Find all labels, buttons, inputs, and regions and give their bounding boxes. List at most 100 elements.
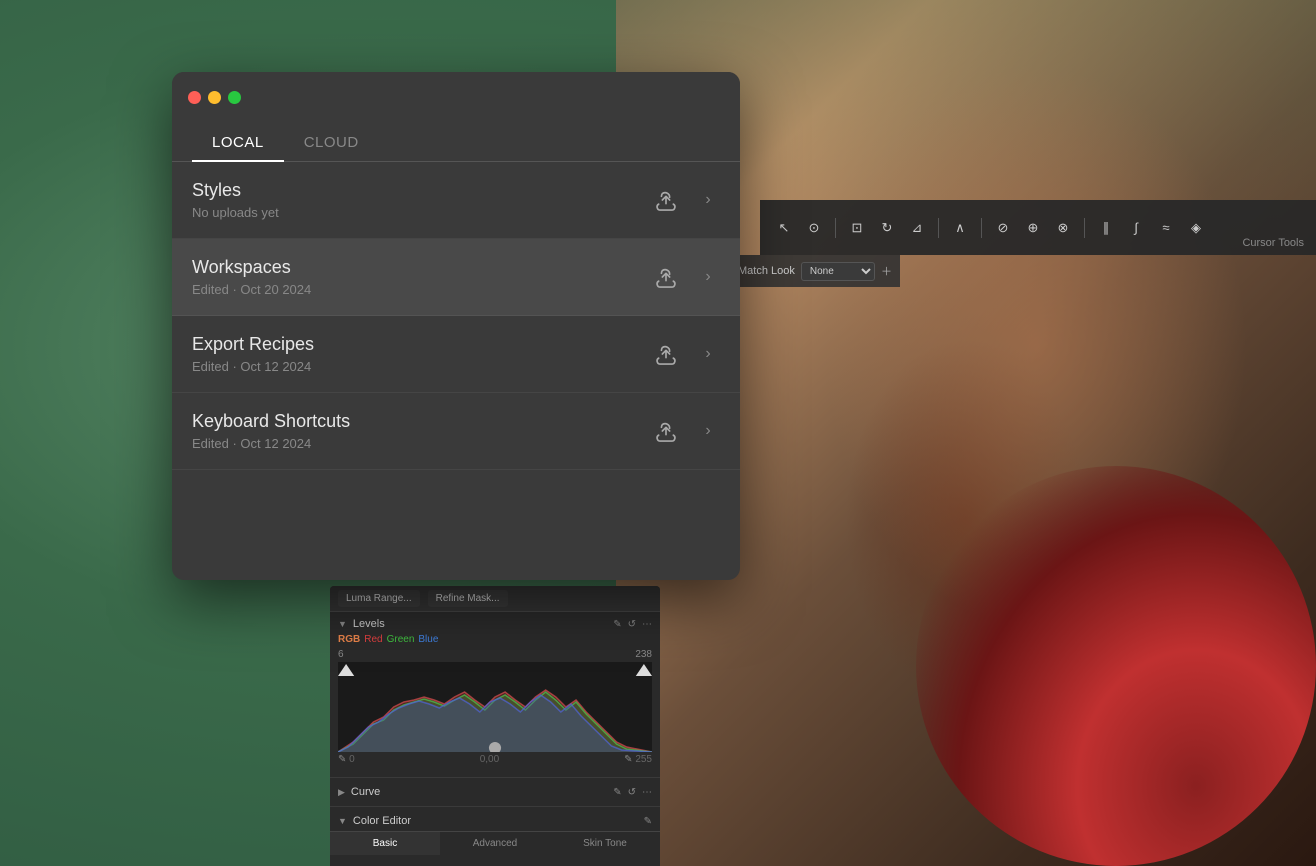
list-item-workspaces[interactable]: Workspaces Edited · Oct 20 2024 › — [172, 239, 740, 316]
bottom-panel: Luma Range... Refine Mask... ▼ Levels ✎ … — [330, 586, 660, 866]
levels-tab-red[interactable]: Red — [364, 634, 382, 645]
title-bar — [172, 72, 740, 122]
tabs-bar: LOCAL CLOUD — [172, 122, 740, 162]
gradient-tool-icon[interactable]: ∥ — [1094, 216, 1118, 240]
brush-tool-icon[interactable]: ∧ — [948, 216, 972, 240]
eye-tool-icon[interactable]: ◈ — [1184, 216, 1208, 240]
list-item-styles[interactable]: Styles No uploads yet › — [172, 162, 740, 239]
match-look-label: Match Look — [738, 265, 795, 277]
color-editor-collapse-icon[interactable]: ▼ — [338, 816, 347, 826]
list-item-keyboard-shortcuts[interactable]: Keyboard Shortcuts Edited · Oct 12 2024 … — [172, 393, 740, 470]
levels-more-icon[interactable]: ⋯ — [642, 619, 652, 630]
cursor-tool-icon[interactable]: ↖ — [772, 216, 796, 240]
midtone-value: 0,00 — [480, 754, 499, 765]
toolbar-sep-4 — [1084, 218, 1085, 238]
list-item-export-recipes[interactable]: Export Recipes Edited · Oct 12 2024 › — [172, 316, 740, 393]
levels-tab-rgb[interactable]: RGB — [338, 634, 360, 645]
export-recipes-subtitle: Edited · Oct 12 2024 — [192, 359, 650, 374]
luma-range-button[interactable]: Luma Range... — [338, 590, 420, 607]
color-editor-edit-icon[interactable]: ✎ — [644, 816, 652, 827]
match-look-select[interactable]: None — [801, 262, 875, 281]
levels-collapse-icon[interactable]: ▼ — [338, 619, 347, 629]
workspaces-title: Workspaces — [192, 257, 650, 278]
straighten-tool-icon[interactable]: ⊿ — [905, 216, 929, 240]
export-recipes-upload-icon[interactable] — [650, 338, 682, 370]
levels-header: ▼ Levels ✎ ↺ ⋯ — [338, 618, 652, 630]
divider-2 — [330, 806, 660, 807]
traffic-lights — [188, 91, 241, 104]
styles-actions: › — [650, 184, 720, 216]
histogram-left-handle — [338, 664, 354, 676]
color-editor-tabs: Basic Advanced Skin Tone — [330, 831, 660, 855]
workspaces-upload-icon[interactable] — [650, 261, 682, 293]
maximize-button[interactable] — [228, 91, 241, 104]
eraser-tool-icon[interactable]: ⊗ — [1051, 216, 1075, 240]
toolbar-sep-3 — [981, 218, 982, 238]
keyboard-shortcuts-title: Keyboard Shortcuts — [192, 411, 650, 432]
tab-local[interactable]: LOCAL — [192, 122, 284, 161]
levels-numbers: 6 238 — [338, 649, 652, 660]
levels-min-value: 6 — [338, 649, 344, 660]
keyboard-shortcuts-subtitle: Edited · Oct 12 2024 — [192, 436, 650, 451]
tab-skin-tone[interactable]: Skin Tone — [550, 832, 660, 855]
sync-list: Styles No uploads yet › Workspaces Edite… — [172, 162, 740, 470]
styles-subtitle: No uploads yet — [192, 205, 650, 220]
crop-tool-icon[interactable]: ⊡ — [845, 216, 869, 240]
keyboard-shortcuts-content: Keyboard Shortcuts Edited · Oct 12 2024 — [192, 411, 650, 451]
curve-title: Curve — [351, 786, 380, 798]
styles-upload-icon[interactable] — [650, 184, 682, 216]
keyboard-shortcuts-actions: › — [650, 415, 720, 447]
styles-title: Styles — [192, 180, 650, 201]
pen-tool-icon[interactable]: ∫ — [1124, 216, 1148, 240]
styles-content: Styles No uploads yet — [192, 180, 650, 220]
bottom-panel-toolbar: Luma Range... Refine Mask... — [330, 586, 660, 612]
levels-tab-blue[interactable]: Blue — [418, 634, 438, 645]
histogram-bottom: ✎ 0 0,00 ✎ 255 — [338, 752, 652, 767]
curve-more-icon[interactable]: ⋯ — [642, 787, 652, 798]
tab-advanced[interactable]: Advanced — [440, 832, 550, 855]
tab-cloud[interactable]: CLOUD — [284, 122, 379, 161]
workspaces-subtitle: Edited · Oct 20 2024 — [192, 282, 650, 297]
levels-reset-icon[interactable]: ↺ — [628, 619, 636, 630]
export-recipes-content: Export Recipes Edited · Oct 12 2024 — [192, 334, 650, 374]
workspaces-chevron-icon[interactable]: › — [696, 265, 720, 289]
workspaces-actions: › — [650, 261, 720, 293]
curve-reset-icon[interactable]: ↺ — [628, 787, 636, 798]
levels-max-value: 238 — [635, 649, 652, 660]
color-editor-title: Color Editor — [353, 815, 411, 827]
divider-1 — [330, 777, 660, 778]
keyboard-shortcuts-chevron-icon[interactable]: › — [696, 419, 720, 443]
match-look-add-icon[interactable]: ＋ — [881, 263, 892, 279]
curve-section: ▶ Curve ✎ ↺ ⋯ — [330, 782, 660, 802]
export-recipes-title: Export Recipes — [192, 334, 650, 355]
close-button[interactable] — [188, 91, 201, 104]
levels-edit-icon[interactable]: ✎ — [613, 619, 621, 630]
levels-channel-tabs: RGB Red Green Blue — [338, 634, 652, 645]
export-recipes-chevron-icon[interactable]: › — [696, 342, 720, 366]
lasso-tool-icon[interactable]: ⊙ — [802, 216, 826, 240]
color-editor-section: ▼ Color Editor ✎ — [330, 811, 660, 831]
cursor-tools-label: Cursor Tools — [1242, 237, 1304, 249]
histogram-svg — [338, 662, 652, 752]
stamp-tool-icon[interactable]: ⊕ — [1021, 216, 1045, 240]
sync-window: LOCAL CLOUD Styles No uploads yet › — [172, 72, 740, 580]
styles-chevron-icon[interactable]: › — [696, 188, 720, 212]
curve-collapse-icon[interactable]: ▶ — [338, 787, 345, 798]
levels-section: ▼ Levels ✎ ↺ ⋯ RGB Red Green Blue 6 238 — [330, 612, 660, 773]
white-point-value: ✎ 255 — [624, 754, 652, 765]
toolbar-sep-2 — [938, 218, 939, 238]
levels-tool-icon[interactable]: ≈ — [1154, 216, 1178, 240]
workspaces-content: Workspaces Edited · Oct 20 2024 — [192, 257, 650, 297]
refine-mask-button[interactable]: Refine Mask... — [428, 590, 508, 607]
keyboard-shortcuts-upload-icon[interactable] — [650, 415, 682, 447]
histogram-right-handle — [636, 664, 652, 676]
rotate-tool-icon[interactable]: ↻ — [875, 216, 899, 240]
toolbar-sep-1 — [835, 218, 836, 238]
paint-tool-icon[interactable]: ⊘ — [991, 216, 1015, 240]
levels-title: Levels — [353, 618, 385, 630]
tab-basic[interactable]: Basic — [330, 832, 440, 855]
levels-tab-green[interactable]: Green — [387, 634, 415, 645]
minimize-button[interactable] — [208, 91, 221, 104]
histogram-area — [338, 662, 652, 752]
curve-edit-icon[interactable]: ✎ — [613, 787, 621, 798]
